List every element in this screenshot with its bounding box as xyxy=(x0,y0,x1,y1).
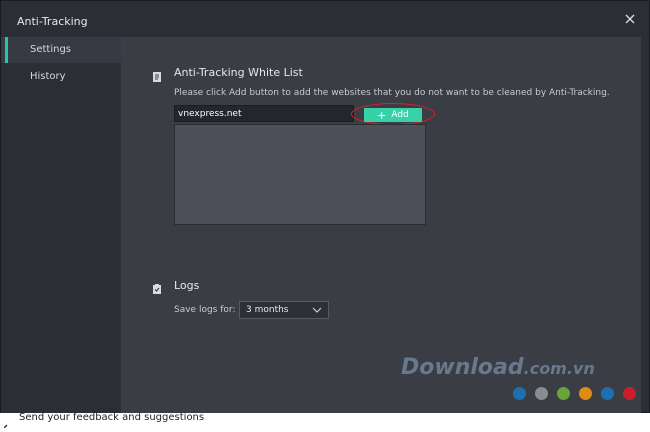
window-title: Anti-Tracking xyxy=(17,15,88,28)
sidebar-item-label: History xyxy=(30,71,66,82)
website-input[interactable] xyxy=(174,105,354,122)
feedback-icon xyxy=(3,413,12,429)
save-logs-label: Save logs for: xyxy=(174,305,236,315)
whitelist-description: Please click Add button to add the websi… xyxy=(174,88,610,98)
clipboard-check-icon xyxy=(151,280,163,294)
anti-tracking-dialog: Anti-Tracking Settings History Anti-Trac… xyxy=(0,0,650,413)
add-button-label: Add xyxy=(391,110,409,120)
sidebar-item-history[interactable]: History xyxy=(1,64,121,90)
add-button[interactable]: + Add xyxy=(364,108,422,122)
sidebar-item-label: Settings xyxy=(30,44,72,55)
watermark-dot xyxy=(623,387,636,400)
logs-title: Logs xyxy=(174,279,200,292)
whitelist-list[interactable] xyxy=(174,124,426,225)
sidebar-item-settings[interactable]: Settings xyxy=(1,37,121,63)
watermark-dot xyxy=(601,387,614,400)
sidebar: Settings History xyxy=(1,37,121,413)
download-watermark: Download.com.vn xyxy=(401,355,595,380)
chevron-down-icon xyxy=(312,306,322,314)
document-icon xyxy=(151,68,163,82)
log-duration-value: 3 months xyxy=(246,305,289,315)
active-indicator xyxy=(5,37,8,63)
watermark-dot xyxy=(557,387,570,400)
watermark-dot xyxy=(579,387,592,400)
plus-icon: + xyxy=(377,108,387,122)
watermark-dot xyxy=(535,387,548,400)
log-duration-select[interactable]: 3 months xyxy=(239,301,329,319)
watermark-dots xyxy=(513,387,636,400)
watermark-brand: Download xyxy=(401,355,524,380)
title-bar: Anti-Tracking xyxy=(1,1,649,37)
feedback-link[interactable]: Send your feedback and suggestions xyxy=(19,412,204,423)
feedback-bar[interactable]: Send your feedback and suggestions xyxy=(0,412,650,429)
close-icon[interactable] xyxy=(623,11,637,25)
watermark-dot xyxy=(513,387,526,400)
watermark-suffix: .com.vn xyxy=(523,359,595,378)
whitelist-title: Anti-Tracking White List xyxy=(174,66,303,79)
